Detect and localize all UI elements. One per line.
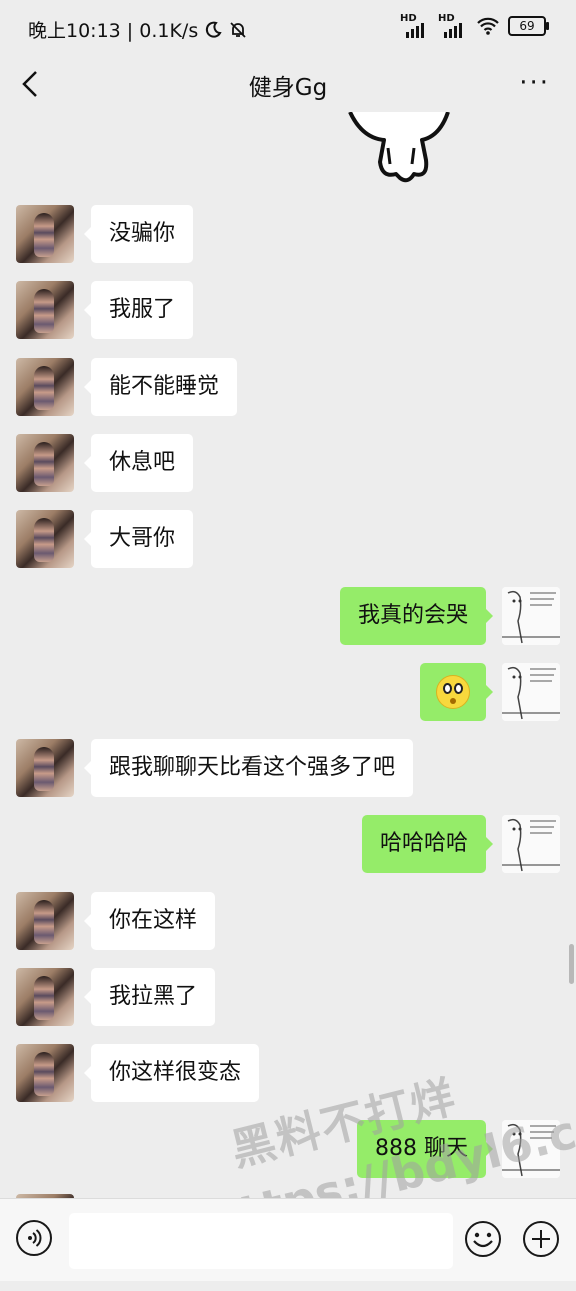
- message-row: 我真的会哭: [0, 587, 560, 647]
- contact-avatar[interactable]: [16, 434, 74, 492]
- sketch-avatar-icon: [502, 1120, 560, 1178]
- message-bubble[interactable]: 休息吧: [83, 434, 194, 492]
- mute-bell-icon: [230, 21, 246, 38]
- emoji-button[interactable]: [464, 1220, 502, 1258]
- message-bubble[interactable]: [420, 663, 493, 721]
- status-time: 晚上10:13 | 0.1K/s: [28, 20, 199, 42]
- input-bar: [0, 1198, 576, 1281]
- message-bubble[interactable]: 你在这样: [83, 892, 216, 950]
- voice-icon: [28, 1229, 42, 1247]
- chat-area[interactable]: 没骗你 我服了 能不能睡觉 休息吧 大哥你 我真的会哭 跟我聊聊天比看这个强多了…: [0, 112, 576, 1198]
- contact-avatar[interactable]: [16, 510, 74, 568]
- message-row: [0, 663, 560, 723]
- status-right: HD HD 69: [400, 14, 549, 38]
- contact-avatar[interactable]: [16, 739, 74, 797]
- message-bubble[interactable]: 我服了: [83, 281, 194, 339]
- voice-input-button[interactable]: [16, 1220, 52, 1256]
- moon-icon: [206, 21, 222, 38]
- my-avatar[interactable]: [502, 587, 560, 645]
- status-left: 晚上10:13 | 0.1K/s: [28, 16, 248, 43]
- contact-avatar[interactable]: [16, 1044, 74, 1102]
- message-bubble[interactable]: 没骗你: [83, 205, 194, 263]
- message-row: 888 聊天: [0, 1120, 560, 1180]
- message-bubble[interactable]: 能不能睡觉: [83, 358, 238, 416]
- rolling-eyes-emoji: [436, 675, 470, 709]
- message-bubble[interactable]: 跟我聊聊天比看这个强多了吧: [83, 739, 414, 797]
- more-options-button[interactable]: ···: [519, 70, 550, 96]
- plus-button[interactable]: [522, 1220, 560, 1258]
- message-input[interactable]: [69, 1213, 453, 1269]
- message-bubble[interactable]: 888 聊天: [357, 1120, 493, 1178]
- message-bubble[interactable]: 我拉黑了: [83, 968, 216, 1026]
- my-avatar[interactable]: [502, 1120, 560, 1178]
- signal-icon: HD: [400, 14, 430, 38]
- my-avatar[interactable]: [502, 663, 560, 721]
- my-avatar[interactable]: [502, 815, 560, 873]
- cartoon-sticker[interactable]: [344, 112, 452, 184]
- message-bubble[interactable]: 大哥你: [83, 510, 194, 568]
- status-bar: 晚上10:13 | 0.1K/s HD HD 69: [0, 0, 576, 56]
- contact-avatar[interactable]: [16, 358, 74, 416]
- message-bubble[interactable]: 你这样很变态: [83, 1044, 260, 1102]
- sketch-avatar-icon: [502, 587, 560, 645]
- scrollbar-thumb[interactable]: [569, 944, 574, 984]
- battery-icon: 69: [508, 16, 549, 36]
- contact-avatar[interactable]: [16, 968, 74, 1026]
- contact-avatar[interactable]: [16, 205, 74, 263]
- sketch-avatar-icon: [502, 663, 560, 721]
- contact-avatar[interactable]: [16, 281, 74, 339]
- page-title: 健身Gg: [248, 75, 328, 101]
- wifi-icon: [477, 17, 499, 35]
- message-row: 哈哈哈哈: [0, 815, 560, 875]
- title-bar: 健身Gg ···: [0, 56, 576, 112]
- contact-avatar[interactable]: [16, 892, 74, 950]
- sketch-avatar-icon: [502, 815, 560, 873]
- message-bubble[interactable]: 哈哈哈哈: [361, 815, 494, 873]
- message-bubble[interactable]: 我真的会哭: [339, 587, 494, 645]
- signal-icon: HD: [438, 14, 468, 38]
